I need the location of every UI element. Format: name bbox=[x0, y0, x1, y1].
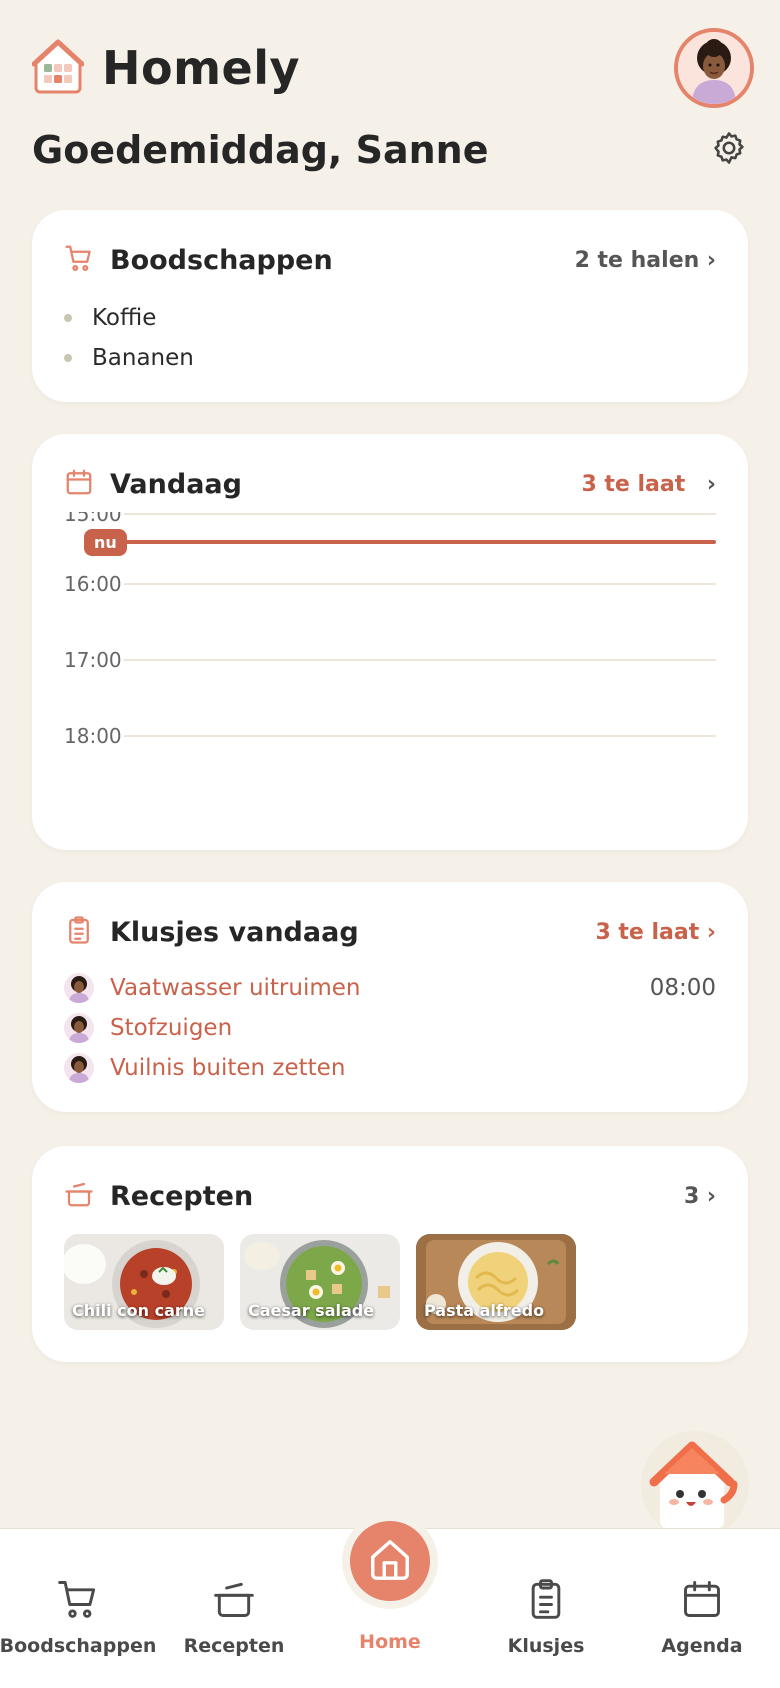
app-title: Homely bbox=[102, 41, 300, 95]
recipe-thumbnail[interactable]: Pasta alfredo bbox=[416, 1234, 576, 1330]
today-card[interactable]: Vandaag 3 te laat › 15:00 nu 16:00 17:00… bbox=[32, 434, 748, 850]
today-title: Vandaag bbox=[110, 468, 242, 500]
bullet-dot bbox=[64, 314, 72, 322]
recipes-title: Recepten bbox=[110, 1180, 254, 1212]
calendar-icon bbox=[64, 467, 94, 501]
timeline-hour-row: 15:00 bbox=[64, 512, 716, 526]
timeline-hour-line bbox=[124, 735, 716, 737]
timeline-hour-label: 15:00 bbox=[64, 512, 122, 526]
groceries-list: Koffie Bananen bbox=[64, 298, 194, 378]
nav-item-boodschappen[interactable]: Boodschappen bbox=[0, 1577, 156, 1657]
calendar-icon bbox=[680, 1577, 724, 1625]
timeline-hour-label: 17:00 bbox=[64, 648, 122, 672]
recipe-thumbnail[interactable]: Caesar salade bbox=[240, 1234, 400, 1330]
chore-time: 08:00 bbox=[649, 975, 716, 1001]
chores-card[interactable]: Klusjes vandaag 3 te laat › Vaatwasser u… bbox=[32, 882, 748, 1112]
assignee-avatar bbox=[64, 1053, 94, 1083]
cart-icon bbox=[64, 243, 94, 277]
timeline-hour-row: 17:00 bbox=[64, 648, 716, 672]
pot-icon bbox=[212, 1577, 256, 1625]
bullet-dot bbox=[64, 354, 72, 362]
list-item[interactable]: Vuilnis buiten zetten bbox=[64, 1048, 716, 1088]
today-card-header: Vandaag 3 te laat › bbox=[64, 462, 716, 506]
greeting-title: Goedemiddag, Sanne bbox=[32, 128, 489, 172]
grocery-item-label: Koffie bbox=[92, 305, 157, 331]
nav-item-agenda[interactable]: Agenda bbox=[624, 1577, 780, 1657]
grocery-item-label: Bananen bbox=[92, 345, 194, 371]
homely-logo-icon bbox=[31, 38, 85, 98]
chore-label: Vuilnis buiten zetten bbox=[110, 1055, 346, 1081]
recipe-label: Chili con carne bbox=[72, 1301, 206, 1320]
clipboard-icon bbox=[524, 1577, 568, 1625]
nav-label: Boodschappen bbox=[0, 1635, 157, 1657]
assignee-avatar bbox=[64, 973, 94, 1003]
settings-gear-icon[interactable] bbox=[710, 129, 748, 171]
chores-late-link[interactable]: 3 te laat › bbox=[595, 920, 716, 945]
recipe-thumbnail[interactable]: Chili con carne bbox=[64, 1234, 224, 1330]
chores-list: Vaatwasser uitruimen 08:00 Stofzuigen Vu… bbox=[64, 968, 716, 1088]
groceries-card[interactable]: Boodschappen 2 te halen › Koffie Bananen bbox=[32, 210, 748, 402]
nav-label: Klusjes bbox=[507, 1635, 585, 1657]
today-late-link[interactable]: 3 te laat › bbox=[581, 472, 716, 497]
list-item[interactable]: Bananen bbox=[64, 338, 194, 378]
list-item[interactable]: Koffie bbox=[64, 298, 194, 338]
brand: Homely bbox=[31, 38, 300, 98]
groceries-count-link[interactable]: 2 te halen › bbox=[575, 248, 716, 273]
chore-label: Stofzuigen bbox=[110, 1015, 233, 1041]
nav-item-klusjes[interactable]: Klusjes bbox=[468, 1577, 624, 1657]
chore-label: Vaatwasser uitruimen bbox=[110, 975, 361, 1001]
assignee-avatar bbox=[64, 1013, 94, 1043]
chores-title: Klusjes vandaag bbox=[110, 916, 359, 948]
recipes-card-header: Recepten 3 › bbox=[64, 1174, 716, 1218]
chevron-right-icon: › bbox=[706, 471, 716, 497]
clipboard-icon bbox=[64, 915, 94, 949]
chores-card-header: Klusjes vandaag 3 te laat › bbox=[64, 910, 716, 954]
recipe-label: Caesar salade bbox=[248, 1301, 375, 1320]
nav-label: Home bbox=[359, 1631, 421, 1653]
recipe-label: Pasta alfredo bbox=[424, 1301, 545, 1320]
timeline-hour-line bbox=[124, 583, 716, 585]
mascot-assistant-button[interactable] bbox=[640, 1430, 750, 1540]
now-indicator: nu bbox=[84, 528, 716, 556]
nav-label: Agenda bbox=[661, 1635, 743, 1657]
bottom-navigation: Boodschappen Recepten Home Klusjes Agend… bbox=[0, 1513, 780, 1688]
groceries-card-header: Boodschappen 2 te halen › bbox=[64, 238, 716, 282]
timeline-hour-row: 16:00 bbox=[64, 572, 716, 596]
list-item[interactable]: Vaatwasser uitruimen 08:00 bbox=[64, 968, 716, 1008]
recipes-count-link[interactable]: 3 › bbox=[684, 1184, 716, 1209]
timeline-hour-row: 18:00 bbox=[64, 724, 716, 748]
profile-avatar[interactable] bbox=[674, 28, 754, 108]
day-timeline[interactable]: 15:00 nu 16:00 17:00 18:00 bbox=[64, 512, 716, 812]
nav-label: Recepten bbox=[183, 1635, 285, 1657]
cart-icon bbox=[56, 1577, 100, 1625]
timeline-hour-label: 16:00 bbox=[64, 572, 122, 596]
timeline-hour-line bbox=[124, 513, 716, 515]
today-late-label: 3 te laat bbox=[581, 471, 686, 497]
nav-item-recepten[interactable]: Recepten bbox=[156, 1577, 312, 1657]
recipes-card[interactable]: Recepten 3 › Chili con carne Caesar sala… bbox=[32, 1146, 748, 1362]
timeline-hour-label: 18:00 bbox=[64, 724, 122, 748]
nav-item-home[interactable]: Home bbox=[312, 1577, 468, 1653]
groceries-title: Boodschappen bbox=[110, 244, 333, 276]
list-item[interactable]: Stofzuigen bbox=[64, 1008, 716, 1048]
greeting-row: Goedemiddag, Sanne bbox=[32, 120, 748, 180]
recipe-thumbnails: Chili con carne Caesar salade Pasta alfr… bbox=[64, 1234, 576, 1330]
now-line bbox=[124, 540, 716, 544]
top-bar: Homely bbox=[31, 28, 754, 108]
now-badge: nu bbox=[84, 528, 127, 556]
timeline-hour-line bbox=[124, 659, 716, 661]
pot-icon bbox=[64, 1179, 94, 1213]
